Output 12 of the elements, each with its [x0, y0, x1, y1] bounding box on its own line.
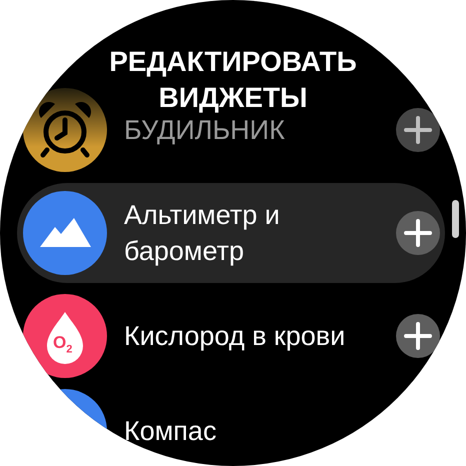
scrollbar	[452, 200, 459, 238]
screen-title: РЕДАКТИРОВАТЬ ВИДЖЕТЫ	[108, 45, 358, 115]
add-button[interactable]	[396, 211, 440, 255]
oxygen-drop-icon: O$_{2}$	[23, 294, 107, 378]
mountain-icon	[23, 191, 107, 275]
widget-label: Компас	[124, 415, 218, 448]
add-button[interactable]	[396, 314, 440, 358]
widget-label: БУДИЛЬНИК	[124, 114, 286, 147]
widget-row[interactable]: Альтиметр и барометр	[17, 183, 445, 283]
widget-label: Альтиметр и барометр	[124, 199, 281, 268]
widget-label: Кислород в крови	[124, 320, 346, 353]
add-button[interactable]	[396, 108, 440, 152]
